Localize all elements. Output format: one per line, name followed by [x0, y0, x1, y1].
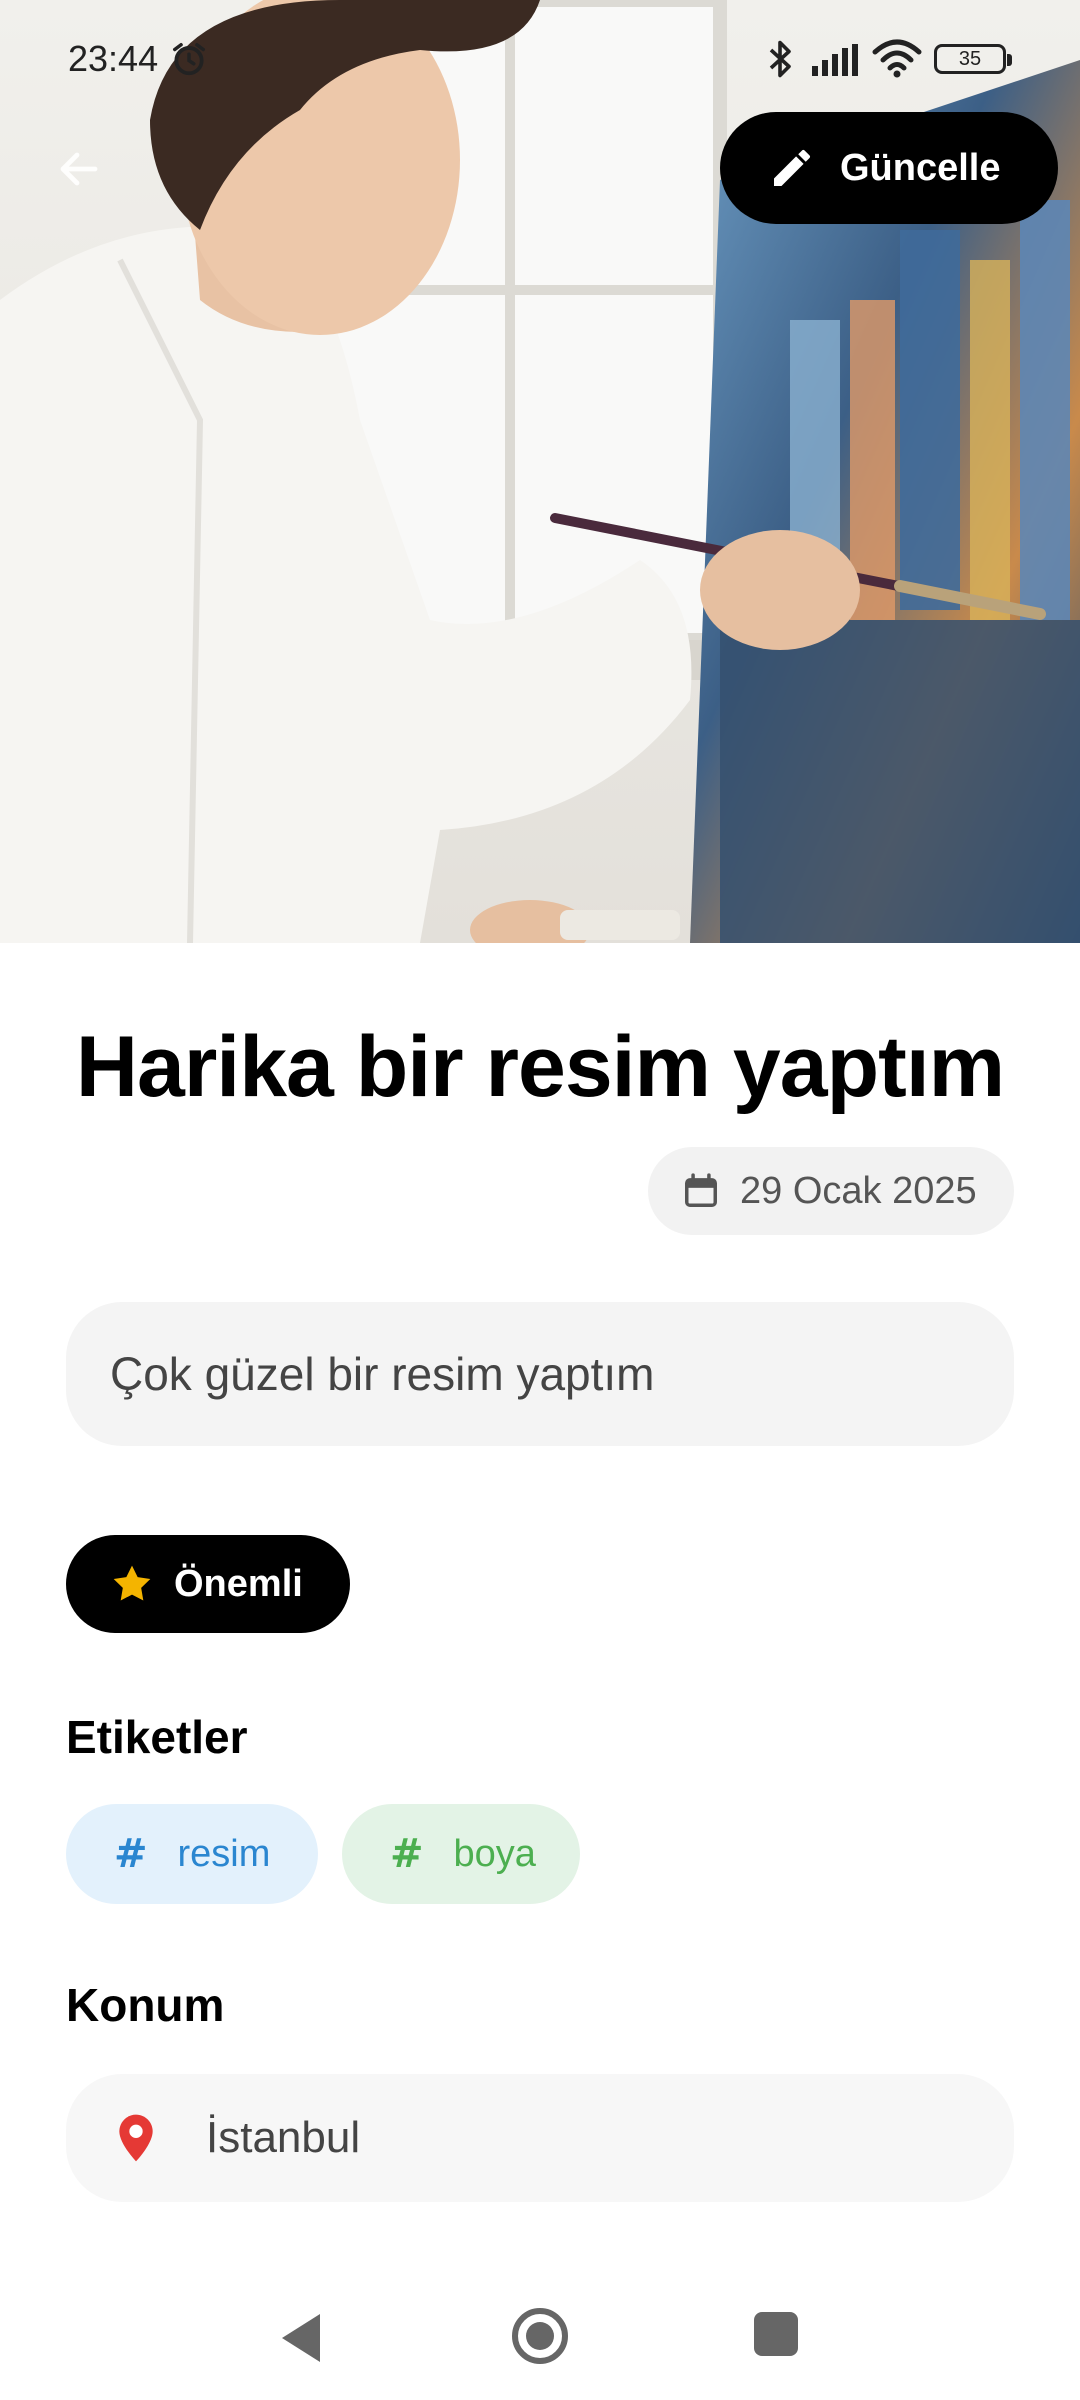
note-description-text: Çok güzel bir resim yaptım	[110, 1348, 655, 1400]
tag-resim[interactable]: # resim	[66, 1804, 318, 1904]
calendar-icon	[685, 1173, 717, 1207]
hash-icon: #	[114, 1831, 148, 1877]
status-bar: 23:44 35	[0, 0, 1080, 120]
nav-recent-icon[interactable]	[754, 2312, 798, 2356]
signal-icon	[812, 44, 858, 76]
wifi-icon	[872, 39, 922, 78]
alarm-icon	[173, 43, 205, 76]
nav-home-icon[interactable]	[510, 2306, 570, 2366]
battery-icon: 35	[934, 44, 1012, 74]
update-button-label: Güncelle	[840, 146, 1001, 189]
note-title: Harika bir resim yaptım	[75, 1019, 1005, 1115]
battery-level: 35	[958, 48, 982, 70]
update-button[interactable]: Güncelle	[720, 112, 1058, 224]
status-time: 23:44	[68, 38, 159, 79]
location-text: İstanbul	[206, 2113, 361, 2162]
note-date: 29 Ocak 2025	[740, 1169, 977, 1212]
note-detail-screen: 23:44 35 Güncelle Harika bir resim yaptı…	[0, 0, 1080, 2400]
tag-boya[interactable]: # boya	[342, 1804, 580, 1904]
date-chip: 29 Ocak 2025	[648, 1147, 1014, 1235]
note-description: Çok güzel bir resim yaptım	[66, 1302, 1014, 1446]
pencil-icon	[774, 149, 810, 186]
tag-label: boya	[453, 1832, 536, 1875]
location-section-title: Konum	[66, 1979, 225, 2031]
tag-label: resim	[177, 1832, 271, 1875]
nav-back-icon[interactable]	[276, 2310, 326, 2366]
location-pin-icon	[119, 2114, 153, 2162]
arrow-left-icon	[60, 152, 98, 186]
hash-icon: #	[390, 1831, 424, 1877]
back-button[interactable]	[48, 138, 110, 200]
important-chip[interactable]: Önemli	[66, 1535, 350, 1633]
star-icon	[113, 1565, 151, 1601]
tags-section-title: Etiketler	[66, 1711, 248, 1763]
bluetooth-icon	[769, 40, 791, 78]
navigation-bar	[0, 2280, 1080, 2400]
location-field[interactable]: İstanbul	[66, 2074, 1014, 2202]
important-label: Önemli	[174, 1562, 303, 1605]
